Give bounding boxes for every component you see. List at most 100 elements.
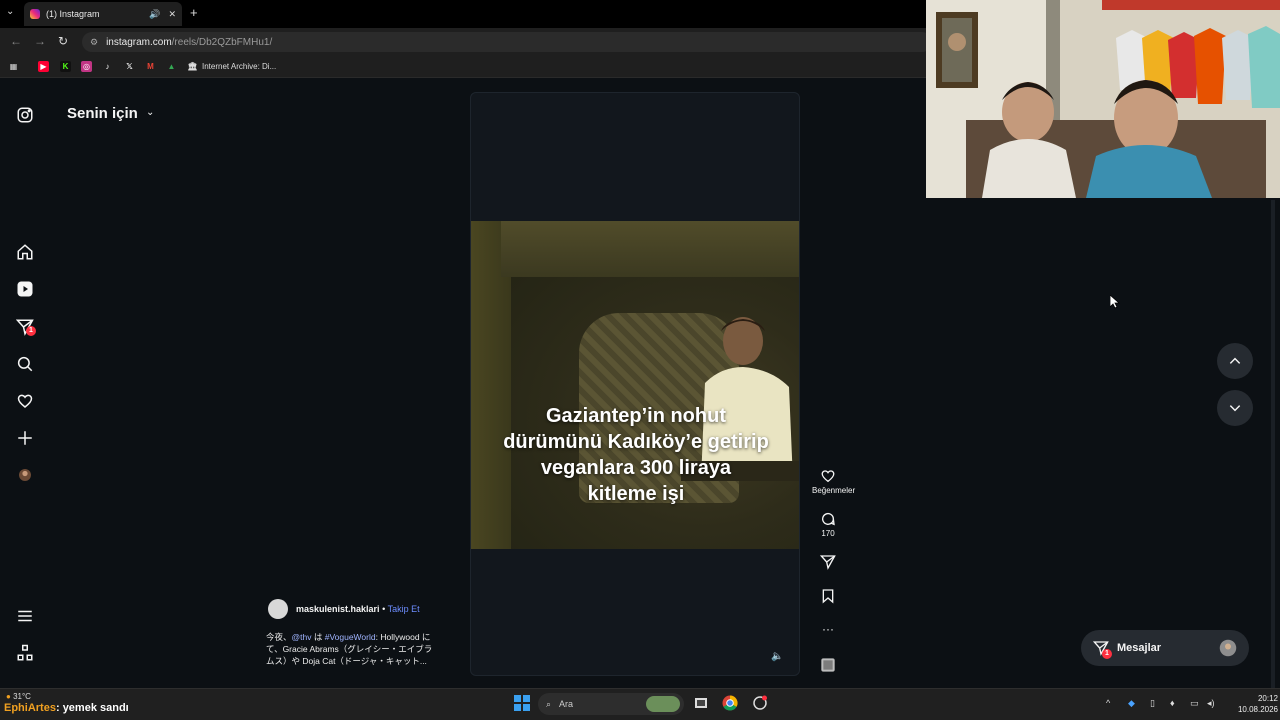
instagram-logo-icon[interactable] (16, 106, 34, 124)
site-info-icon[interactable]: ⚙ (90, 37, 98, 48)
share-button[interactable] (812, 554, 844, 572)
bookmark-icon (822, 589, 834, 604)
hashtag-link[interactable]: #VogueWorld (325, 632, 376, 642)
caption-line: veganlara 300 liraya (540, 457, 732, 479)
search-highlight-image (646, 696, 680, 712)
description-line: ムス）や Doja Cat（ドージャ・キャット... (266, 656, 427, 666)
audio-track-thumbnail[interactable] (812, 657, 844, 675)
notification-badge: 1 (26, 326, 36, 336)
windows-start-icon[interactable] (514, 695, 530, 713)
close-tab-icon[interactable]: ✕ (168, 9, 176, 20)
speaker-icon[interactable]: ◂) (1207, 698, 1215, 709)
url-path: /reels/Db2QZbFMHu1/ (171, 36, 273, 48)
microphone-icon[interactable]: ♦ (1170, 698, 1175, 708)
more-options-icon[interactable]: ··· (812, 622, 844, 636)
save-button[interactable] (812, 588, 844, 606)
apps-grid-icon[interactable]: ▦ (8, 61, 19, 72)
youtube-bookmark-icon[interactable]: ▶ (38, 61, 49, 72)
messages-badge: 1 (1102, 649, 1112, 659)
home-icon[interactable] (16, 243, 34, 261)
usb-icon[interactable]: ▯ (1150, 698, 1155, 709)
url-field[interactable]: ⚙ instagram.com/reels/Db2QZbFMHu1/ (82, 32, 932, 52)
task-view-icon[interactable] (694, 696, 708, 712)
author-username[interactable]: maskulenist.haklari (296, 604, 380, 614)
network-icon[interactable]: ▭ (1190, 698, 1199, 709)
clock-time: 20:12 (1257, 694, 1278, 703)
weather-widget[interactable]: ● 31°C (6, 692, 31, 701)
recording-app-icon[interactable] (752, 695, 768, 713)
caption-line: Gaziantep’in nohut (546, 405, 726, 427)
forward-arrow-icon[interactable]: → (34, 34, 46, 48)
tray-overflow-chevron-icon[interactable]: ^ (1106, 698, 1110, 708)
chevron-down-icon[interactable]: ⌄ (146, 107, 154, 118)
feed-selector-title[interactable]: Senin için (67, 105, 138, 122)
mention-link[interactable]: @thv (292, 632, 312, 642)
clock-date: 10.08.2026 (1237, 705, 1278, 714)
search-icon[interactable] (16, 355, 34, 373)
create-plus-icon[interactable] (16, 429, 34, 447)
new-tab-plus-icon[interactable]: + (190, 5, 198, 20)
reel-caption-overlay: Gaziantep’in nohut dürümünü Kadıköy’e ge… (471, 403, 799, 507)
menu-hamburger-icon[interactable] (16, 607, 34, 625)
reels-icon[interactable] (16, 280, 34, 298)
x-bookmark-icon[interactable]: 𝕏 (124, 61, 135, 72)
system-clock[interactable]: 20:12 10.08.2026 (1222, 693, 1278, 715)
next-reel-button[interactable] (1217, 390, 1253, 426)
desc-text: : Hollywood に (375, 632, 431, 642)
speaker-icon[interactable]: 🔊 (149, 9, 160, 20)
heart-icon (821, 470, 835, 483)
tray-app-icon[interactable]: ◆ (1128, 698, 1135, 709)
page-scrollbar[interactable] (1271, 200, 1275, 690)
tiktok-bookmark-icon[interactable]: ♪ (102, 61, 113, 72)
volume-icon[interactable]: 🔈 (771, 651, 783, 662)
caption-line: dürümünü Kadıköy’e getirip (503, 431, 769, 453)
comment-button[interactable]: 170 (812, 511, 844, 538)
search-icon: ⌕ (546, 698, 552, 709)
url-host: instagram.com (106, 36, 172, 48)
previous-reel-button[interactable] (1217, 343, 1253, 379)
comments-count: 170 (821, 529, 835, 538)
chevron-down-icon (1229, 405, 1241, 412)
reload-icon[interactable]: ↻ (58, 34, 68, 48)
taskbar-search[interactable]: ⌕ Ara (538, 693, 684, 715)
author-avatar[interactable] (268, 599, 288, 619)
tab-list-chevron-icon[interactable]: ⌄ (6, 6, 14, 17)
gmail-bookmark-icon[interactable]: M (145, 61, 156, 72)
browser-tab[interactable]: (1) Instagram 🔊 ✕ (24, 2, 182, 26)
instagram-favicon-icon (30, 9, 40, 19)
desc-text: は (311, 632, 325, 642)
description-line: 今夜、@thv は #VogueWorld: Hollywood に (266, 631, 456, 643)
messages-label: Mesajlar (1117, 642, 1162, 654)
caption-line: kitleme işi (587, 483, 685, 505)
messages-avatar (1219, 639, 1237, 657)
like-button[interactable]: Beğenmeler (812, 468, 855, 495)
description-line: て、Gracie Abrams（グレイシー・エイブラ (266, 644, 433, 654)
video-valance (501, 221, 799, 277)
bookmark-internet-archive[interactable]: Internet Archive: Di... (202, 62, 276, 71)
overlay-brand: EphiArtes (4, 702, 56, 714)
tab-title: (1) Instagram (46, 9, 100, 19)
follow-button[interactable]: Takip Et (388, 604, 420, 614)
audio-thumbnail-icon (821, 658, 835, 672)
comment-icon (822, 513, 835, 526)
back-arrow-icon[interactable]: ← (10, 34, 22, 48)
chrome-taskbar-icon[interactable] (722, 695, 738, 713)
messages-button[interactable]: Mesajlar (1081, 630, 1249, 666)
desc-text: 今夜、 (266, 632, 292, 642)
likes-label: Beğenmeler (812, 486, 856, 495)
drive-bookmark-icon[interactable]: ▲ (166, 61, 177, 72)
chevron-up-icon (1229, 357, 1241, 364)
temperature: 31°C (13, 692, 31, 701)
author-line: maskulenist.haklari • Takip Et (296, 604, 420, 614)
archive-bookmark-icon[interactable]: 🏛 (187, 61, 198, 72)
instagram-bookmark-icon[interactable]: ◎ (81, 61, 92, 72)
sun-icon: ● (6, 692, 11, 701)
heart-notifications-icon[interactable] (16, 392, 34, 410)
profile-avatar[interactable] (16, 466, 34, 484)
reel-description[interactable]: 今夜、@thv は #VogueWorld: Hollywood に て、Gra… (266, 631, 456, 667)
stream-overlay-text: EphiArtes: yemek sandı (4, 702, 129, 714)
kick-bookmark-icon[interactable]: K (60, 61, 71, 72)
reel-player[interactable]: Gaziantep’in nohut dürümünü Kadıköy’e ge… (470, 92, 800, 676)
more-apps-icon[interactable] (16, 644, 34, 662)
overlay-message: : yemek sandı (55, 702, 129, 714)
